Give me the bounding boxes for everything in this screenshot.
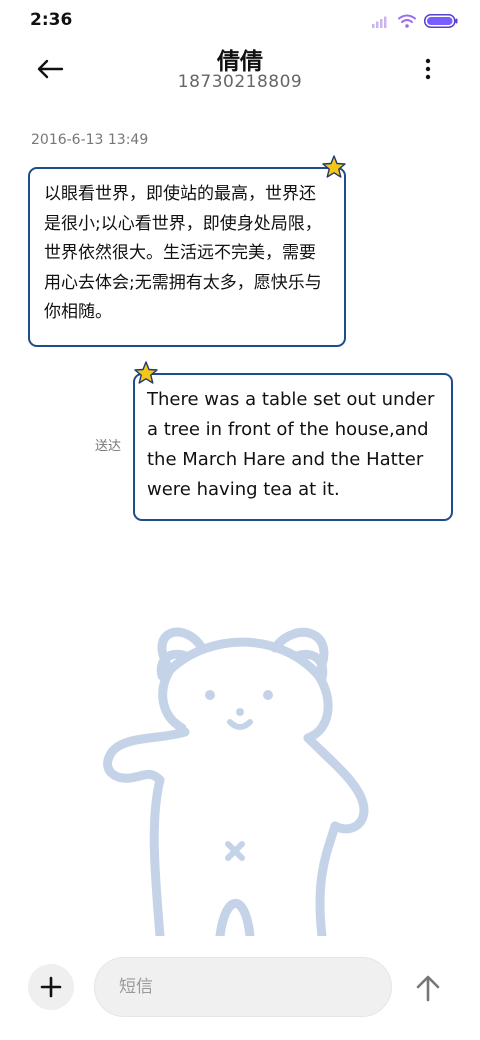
conversation-header: 倩倩 18730218809 [0, 40, 480, 100]
outgoing-message-bubble[interactable]: There was a table set out under a tree i… [133, 373, 453, 521]
wifi-icon [398, 14, 416, 28]
signal-icon [372, 16, 387, 28]
more-options-button[interactable] [416, 54, 440, 84]
status-bar: 2:36 [0, 0, 480, 40]
battery-icon [424, 14, 458, 28]
bear-illustration [103, 627, 369, 936]
incoming-message-bubble[interactable]: 以眼看世界，即使站的最高，世界还是很小;以心看世界，即使身处局限，世界依然很大。… [28, 167, 346, 347]
send-button[interactable] [408, 968, 448, 1008]
contact-number: 18730218809 [177, 72, 303, 92]
status-time: 2:36 [30, 10, 73, 30]
add-attachment-button[interactable] [28, 964, 74, 1010]
input-bar [0, 940, 480, 1040]
star-icon [134, 361, 158, 384]
message-text: There was a table set out under a tree i… [147, 389, 435, 500]
message-timestamp: 2016-6-13 13:49 [31, 132, 149, 148]
delivery-status: 送达 [95, 439, 122, 454]
message-input[interactable] [94, 957, 392, 1017]
message-text: 以眼看世界，即使站的最高，世界还是很小;以心看世界，即使身处局限，世界依然很大。… [44, 184, 322, 322]
arrow-up-icon [416, 975, 440, 1002]
contact-name: 倩倩 [217, 49, 263, 75]
plus-icon [40, 976, 62, 998]
status-icons [372, 12, 458, 30]
vertical-dots-icon [425, 58, 431, 80]
star-icon [322, 155, 346, 178]
